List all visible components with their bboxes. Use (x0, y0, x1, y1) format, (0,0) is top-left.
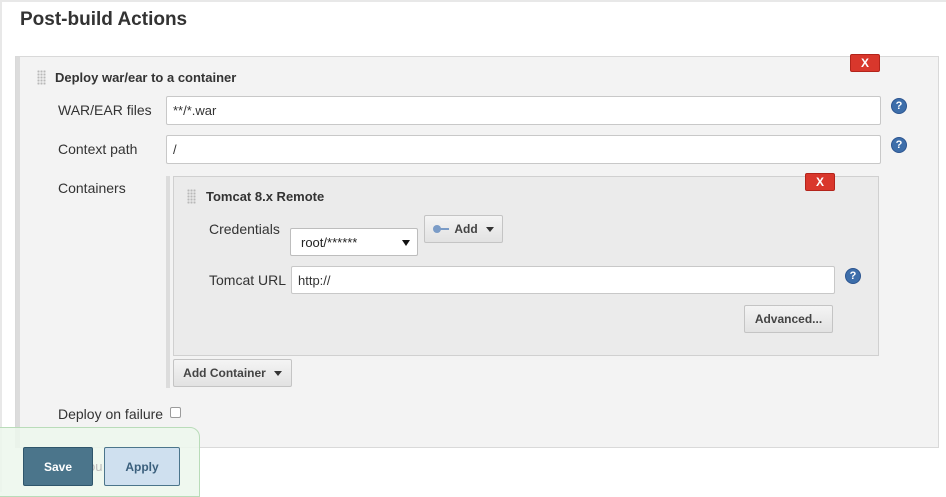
panel-stripe (16, 57, 20, 447)
add-container-button[interactable]: Add Container (173, 359, 292, 387)
chevron-down-icon (485, 226, 494, 232)
add-credentials-button[interactable]: Add (424, 215, 503, 243)
chevron-down-icon (273, 370, 282, 376)
top-divider (0, 0, 946, 2)
deploy-title: Deploy war/ear to a container (55, 70, 237, 85)
delete-container-button[interactable]: X (805, 173, 835, 191)
save-button[interactable]: Save (23, 447, 93, 486)
tomcat-url-input[interactable] (291, 266, 835, 294)
drag-handle-icon[interactable] (187, 189, 196, 204)
credentials-label: Credentials (209, 221, 280, 237)
help-icon[interactable]: ? (845, 268, 861, 284)
help-icon[interactable]: ? (891, 137, 907, 153)
delete-deploy-button[interactable]: X (850, 54, 880, 72)
section-title: Post-build Actions (20, 9, 188, 30)
credentials-value: root/****** (301, 234, 358, 250)
help-icon[interactable]: ? (891, 98, 907, 114)
left-divider (0, 0, 2, 492)
war-files-input[interactable] (166, 96, 881, 125)
deploy-on-failure-checkbox[interactable] (170, 407, 181, 418)
add-credentials-label: Add (454, 222, 478, 236)
advanced-button[interactable]: Advanced... (744, 305, 833, 333)
add-container-label: Add Container (183, 366, 266, 380)
apply-button[interactable]: Apply (104, 447, 180, 486)
drag-handle-icon[interactable] (37, 70, 46, 85)
war-files-label: WAR/EAR files (58, 102, 152, 118)
key-icon (433, 225, 450, 233)
containers-label: Containers (58, 180, 126, 196)
tomcat-url-label: Tomcat URL (209, 272, 287, 288)
context-path-label: Context path (58, 141, 138, 157)
container-title: Tomcat 8.x Remote (206, 189, 325, 204)
chevron-down-icon (402, 240, 410, 246)
container-stripe (166, 176, 170, 388)
deploy-on-failure-label: Deploy on failure (58, 406, 164, 422)
context-path-input[interactable] (166, 135, 881, 164)
credentials-select[interactable]: root/****** (290, 228, 418, 256)
